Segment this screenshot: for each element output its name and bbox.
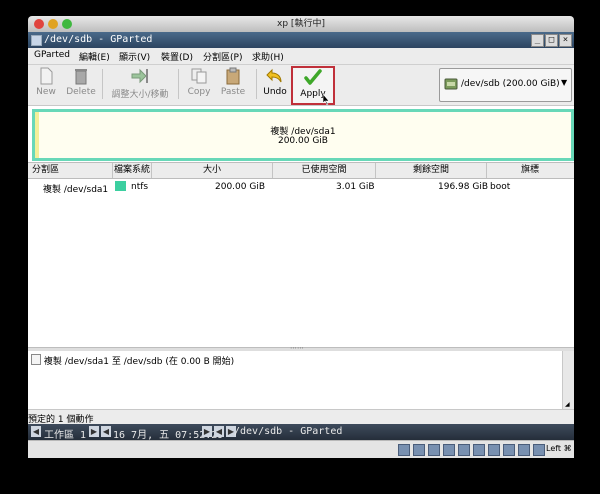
resize-arrow-icon — [131, 68, 148, 84]
vm-window-titlebar: xp [執行中] — [28, 16, 574, 32]
status-bar: 預定的 1 個動作 — [28, 409, 574, 425]
workspace-next-icon[interactable]: ▶ — [89, 426, 99, 437]
new-document-icon — [40, 67, 53, 85]
menu-edit[interactable]: 編輯(E) — [79, 50, 110, 63]
operation-text: 複製 /dev/sda1 至 /dev/sdb (在 0.00 B 開始) — [43, 357, 235, 367]
column-header-size[interactable]: 大小 — [152, 163, 273, 178]
close-icon[interactable]: × — [559, 34, 572, 47]
gparted-titlebar: /dev/sdb - GParted _ □ × — [28, 32, 574, 48]
usb-icon[interactable] — [443, 444, 455, 456]
toolbar: New Delete 調整大小/移動 Copy Paste Undo Apply… — [28, 65, 574, 106]
menu-view[interactable]: 顯示(V) — [119, 50, 150, 63]
network-icon[interactable] — [458, 444, 470, 456]
display-icon[interactable] — [488, 444, 500, 456]
toolbar-separator — [102, 69, 103, 99]
paste-button[interactable]: Paste — [218, 67, 248, 103]
floppy-icon[interactable] — [428, 444, 440, 456]
column-header-unused[interactable]: 剩餘空間 — [376, 163, 487, 178]
apply-button[interactable]: Apply — [291, 66, 335, 105]
host-key-label: Left ⌘ — [546, 444, 572, 453]
column-header-partition[interactable]: 分割區 — [28, 163, 113, 178]
resize-move-button[interactable]: 調整大小/移動 — [108, 67, 172, 103]
undo-arrow-icon — [266, 68, 282, 83]
close-dot-icon[interactable] — [34, 19, 44, 29]
capture-icon[interactable] — [503, 444, 515, 456]
vm-window-title: xp [執行中] — [277, 19, 325, 29]
clock-prev-icon[interactable]: ◀ — [101, 426, 111, 437]
hard-disk-status-icon[interactable] — [398, 444, 410, 456]
graph-partition-size: 200.00 GiB — [277, 136, 328, 146]
copy-button[interactable]: Copy — [185, 67, 213, 103]
menu-device[interactable]: 裝置(D) — [161, 50, 193, 63]
menu-bar: GParted 編輯(E) 顯示(V) 裝置(D) 分割區(P) 求助(H) — [28, 48, 574, 65]
menu-partition[interactable]: 分割區(P) — [203, 50, 242, 63]
mouse-integration-icon[interactable] — [518, 444, 530, 456]
copy-icon — [191, 68, 207, 84]
paste-clipboard-icon — [226, 67, 240, 85]
copy-operation-icon — [31, 354, 41, 365]
table-header: 分割區 檔案系統 大小 已使用空間 剩餘空間 旗標 — [28, 163, 574, 179]
filesystem-color-swatch — [115, 181, 126, 191]
new-button[interactable]: New — [34, 67, 58, 103]
checkmark-icon — [304, 69, 322, 85]
maximize-icon[interactable]: □ — [545, 34, 558, 47]
row-used: 3.01 GiB — [336, 182, 375, 192]
keyboard-capture-icon[interactable] — [533, 444, 545, 456]
row-size: 200.00 GiB — [215, 182, 266, 192]
row-unused: 196.98 GiB — [438, 182, 489, 192]
column-header-flags[interactable]: 旗標 — [487, 163, 573, 178]
app-icon — [31, 35, 42, 46]
shared-folder-icon[interactable] — [473, 444, 485, 456]
chevron-down-icon: ▼ — [561, 78, 568, 87]
undo-button[interactable]: Undo — [262, 67, 288, 103]
delete-button[interactable]: Delete — [66, 67, 96, 103]
taskbar: ◀ 工作區 1 ▶ ◀ 16 7月, 五 07:52:29 ▶ ◀ ▶ /dev… — [28, 424, 574, 441]
minimize-icon[interactable]: _ — [531, 34, 544, 47]
menu-help[interactable]: 求助(H) — [252, 50, 284, 63]
taskbar-window-button[interactable]: /dev/sdb - GParted — [234, 426, 342, 437]
column-header-used[interactable]: 已使用空間 — [273, 163, 376, 178]
partition-table: 分割區 檔案系統 大小 已使用空間 剩餘空間 旗標 複製 /dev/sda1 n… — [28, 163, 574, 347]
pending-operations-list: 複製 /dev/sda1 至 /dev/sdb (在 0.00 B 開始) ◢ — [28, 351, 574, 409]
scrollbar[interactable]: ◢ — [562, 351, 574, 409]
window-prev-icon[interactable]: ◀ — [214, 426, 224, 437]
hard-disk-icon — [444, 78, 458, 90]
partition-graph-block[interactable]: 複製 /dev/sda1 200.00 GiB — [32, 109, 574, 161]
gparted-window-title: /dev/sdb - GParted — [44, 34, 153, 45]
clock-next-icon[interactable]: ▶ — [202, 426, 212, 437]
toolbar-separator — [256, 69, 257, 99]
resize-grip-icon: ◢ — [565, 401, 570, 408]
device-selector-label: /dev/sdb (200.00 GiB) — [461, 79, 560, 89]
row-filesystem: ntfs — [131, 182, 149, 192]
row-flags: boot — [490, 182, 511, 192]
workspace-label: 工作區 1 — [44, 430, 87, 441]
vm-status-bar: Left ⌘ — [28, 440, 574, 458]
zoom-dot-icon[interactable] — [62, 19, 72, 29]
workspace-prev-icon[interactable]: ◀ — [31, 426, 41, 437]
column-header-filesystem[interactable]: 檔案系統 — [113, 163, 152, 178]
mouse-cursor-icon — [323, 94, 330, 105]
row-partition: 複製 /dev/sda1 — [43, 185, 109, 195]
trash-icon — [75, 69, 87, 85]
partition-graph: 複製 /dev/sda1 200.00 GiB — [28, 106, 574, 163]
toolbar-separator — [178, 69, 179, 99]
minimize-dot-icon[interactable] — [48, 19, 58, 29]
optical-drive-icon[interactable] — [413, 444, 425, 456]
menu-gparted[interactable]: GParted — [34, 50, 70, 60]
list-item[interactable]: 複製 /dev/sda1 至 /dev/sdb (在 0.00 B 開始) — [31, 354, 234, 367]
device-selector[interactable]: /dev/sdb (200.00 GiB) ▼ — [439, 68, 572, 102]
